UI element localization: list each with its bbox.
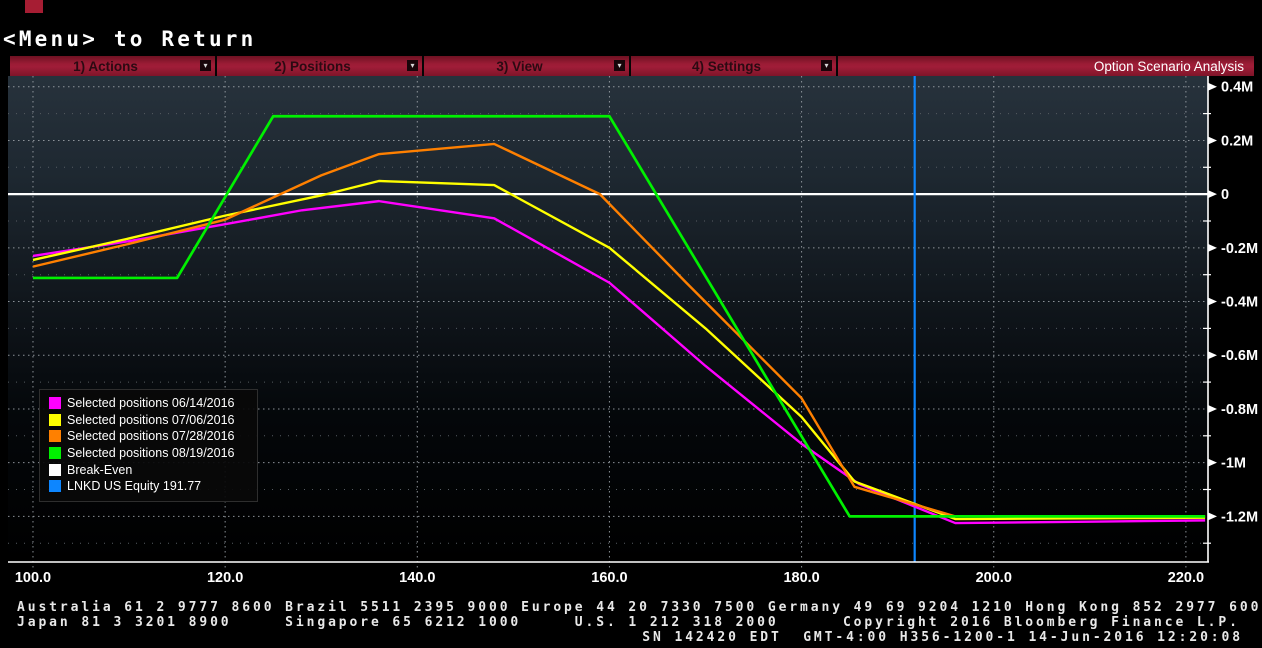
y-axis-tick-label: -0.2M <box>1221 241 1258 257</box>
y-axis-tick-arrow-icon <box>1208 244 1217 252</box>
y-axis-tick-label: -0.8M <box>1221 402 1258 418</box>
legend-swatch-icon <box>49 447 61 459</box>
legend-swatch-icon <box>49 430 61 442</box>
legend-row: Selected positions 07/06/2016 <box>49 412 251 429</box>
x-axis-tick-label: 120.0 <box>207 570 243 586</box>
y-axis-tick-label: -0.4M <box>1221 295 1258 311</box>
legend-label: Selected positions 07/06/2016 <box>67 413 235 427</box>
legend-row: LNKD US Equity 191.77 <box>49 478 251 495</box>
y-axis-tick-arrow-icon <box>1208 190 1217 198</box>
y-axis-tick-arrow-icon <box>1208 459 1217 467</box>
legend-row: Selected positions 07/28/2016 <box>49 428 251 445</box>
x-axis-tick-label: 220.0 <box>1168 570 1204 586</box>
bloomberg-terminal-screen: <Menu> to Return 1) Actions ▾ 2) Positio… <box>0 0 1262 648</box>
x-axis-tick-label: 160.0 <box>591 570 627 586</box>
legend-swatch-icon <box>49 397 61 409</box>
chart-legend: Selected positions 06/14/2016 Selected po… <box>39 389 258 502</box>
x-axis-tick-label: 100.0 <box>15 570 51 586</box>
y-axis-tick-label: -0.6M <box>1221 348 1258 364</box>
legend-swatch-icon <box>49 414 61 426</box>
y-axis-tick-label: -1M <box>1221 456 1246 472</box>
y-axis-tick-arrow-icon <box>1208 512 1217 520</box>
option-scenario-chart: 0.4M 0.2M 0 -0.2M -0.4M -0.6M -0.8M -1M -1.2M 100… <box>0 0 1262 648</box>
x-axis-tick-label: 140.0 <box>399 570 435 586</box>
y-axis-tick-label: 0 <box>1221 187 1229 203</box>
legend-label: Selected positions 08/19/2016 <box>67 446 235 460</box>
legend-label: Selected positions 07/28/2016 <box>67 429 235 443</box>
y-axis-tick-arrow-icon <box>1208 83 1217 91</box>
legend-swatch-icon <box>49 480 61 492</box>
footer-session-info: SN 142420 EDT GMT-4:00 H356-1200-1 14-Ju… <box>642 631 1243 644</box>
y-axis-tick-label: -1.2M <box>1221 509 1258 525</box>
footer-contacts-line1: Australia 61 2 9777 8600 Brazil 5511 239… <box>17 601 1262 614</box>
legend-row: Selected positions 06/14/2016 <box>49 395 251 412</box>
y-axis-tick-arrow-icon <box>1208 136 1217 144</box>
legend-label: Break-Even <box>67 463 132 477</box>
legend-label: Selected positions 06/14/2016 <box>67 396 235 410</box>
y-axis-tick-arrow-icon <box>1208 351 1217 359</box>
y-axis-tick-label: 0.4M <box>1221 80 1253 96</box>
footer-contacts-line2: Japan 81 3 3201 8900 Singapore 65 6212 1… <box>17 616 1240 629</box>
legend-row: Break-Even <box>49 461 251 478</box>
legend-label: LNKD US Equity 191.77 <box>67 479 201 493</box>
legend-swatch-icon <box>49 464 61 476</box>
y-axis-tick-arrow-icon <box>1208 298 1217 306</box>
y-axis-tick-arrow-icon <box>1208 405 1217 413</box>
x-axis-tick-label: 180.0 <box>783 570 819 586</box>
y-axis-tick-label: 0.2M <box>1221 133 1253 149</box>
legend-row: Selected positions 08/19/2016 <box>49 445 251 462</box>
x-axis-tick-label: 200.0 <box>976 570 1012 586</box>
